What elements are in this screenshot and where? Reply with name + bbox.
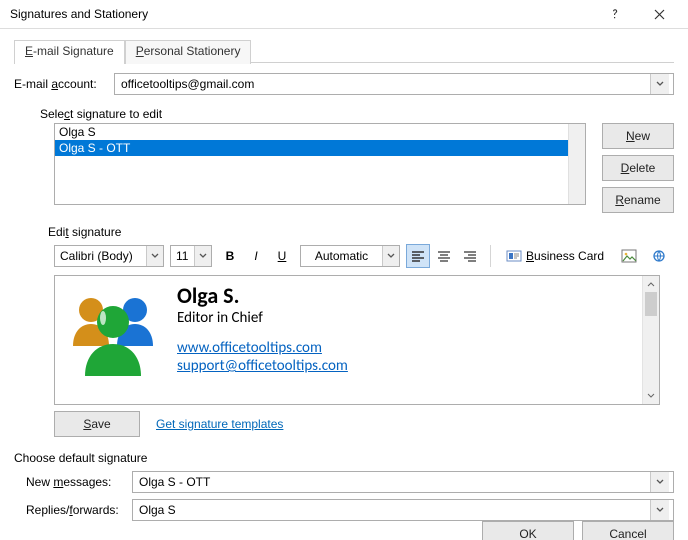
replies-forwards-dropdown[interactable]: Olga S <box>132 499 674 521</box>
email-account-label: E-mail account: <box>14 77 114 91</box>
new-messages-dropdown[interactable]: Olga S - OTT <box>132 471 674 493</box>
new-messages-label: New messages: <box>26 475 132 489</box>
select-signature-caption: Select signature to edit <box>14 107 674 121</box>
scroll-down-icon[interactable] <box>643 388 659 404</box>
chevron-down-icon[interactable] <box>650 472 669 492</box>
replies-forwards-label: Replies/forwards: <box>26 503 132 517</box>
cancel-button[interactable]: Cancel <box>582 521 674 540</box>
chevron-down-icon[interactable] <box>650 500 669 520</box>
underline-button[interactable]: U <box>270 244 294 268</box>
business-card-icon <box>506 249 522 263</box>
font-family-combo[interactable]: Calibri (Body) <box>54 245 164 267</box>
edit-signature-caption: Edit signature <box>14 225 674 239</box>
email-account-dropdown[interactable]: officetooltips@gmail.com <box>114 73 674 95</box>
email-account-row: E-mail account: E-mail account: officeto… <box>14 73 674 95</box>
help-button[interactable] <box>592 0 637 28</box>
email-account-value: officetooltips@gmail.com <box>121 77 650 91</box>
dialog-footer: OK Cancel <box>0 521 688 540</box>
signature-url[interactable]: www.officetooltips.com <box>177 339 322 357</box>
tab-strip: E-mail Signature Personal Stationery <box>14 39 674 63</box>
italic-button[interactable]: I <box>244 244 268 268</box>
dialog-window: Signatures and Stationery E-mail Signatu… <box>0 0 688 540</box>
chevron-down-icon[interactable] <box>194 246 211 266</box>
insert-hyperlink-button[interactable] <box>647 244 671 268</box>
signature-email[interactable]: support@officetooltips.com <box>177 357 348 375</box>
titlebar: Signatures and Stationery <box>0 0 688 29</box>
signature-list[interactable]: Olga S Olga S - OTT <box>54 123 586 205</box>
new-button[interactable]: New <box>602 123 674 149</box>
bold-button[interactable]: B <box>218 244 242 268</box>
align-center-button[interactable] <box>432 244 456 268</box>
rename-button[interactable]: Rename <box>602 187 674 213</box>
tab-email-signature[interactable]: E-mail Signature <box>14 40 125 64</box>
scrollbar[interactable] <box>568 124 585 204</box>
signature-image <box>63 280 163 380</box>
chevron-down-icon[interactable] <box>650 74 669 94</box>
chevron-down-icon[interactable] <box>382 246 399 266</box>
new-messages-row: New messages: New messages: Olga S - OTT <box>14 471 674 493</box>
replies-forwards-row: Replies/forwards: Replies/forwards: Olga… <box>14 499 674 521</box>
choose-default-caption: Choose default signature <box>14 451 674 465</box>
insert-picture-button[interactable] <box>617 244 641 268</box>
chevron-down-icon[interactable] <box>146 246 163 266</box>
signature-name: Olga S. <box>177 282 348 309</box>
dialog-body: E-mail Signature Personal Stationery E-m… <box>0 29 688 521</box>
signature-role: Editor in Chief <box>177 309 348 327</box>
close-button[interactable] <box>637 0 682 28</box>
delete-button[interactable]: Delete <box>602 155 674 181</box>
list-item[interactable]: Olga S <box>55 124 585 140</box>
ok-button[interactable]: OK <box>482 521 574 540</box>
format-toolbar: Calibri (Body) 11 B I U Automatic <box>14 243 674 269</box>
font-color-combo[interactable]: Automatic <box>300 245 400 267</box>
scroll-thumb[interactable] <box>645 292 657 316</box>
signature-editor[interactable]: Olga S. Editor in Chief www.officetoolti… <box>54 275 660 405</box>
scroll-up-icon[interactable] <box>643 276 659 292</box>
scrollbar[interactable] <box>642 276 659 404</box>
align-left-button[interactable] <box>406 244 430 268</box>
window-title: Signatures and Stationery <box>10 7 148 21</box>
align-right-button[interactable] <box>458 244 482 268</box>
save-button[interactable]: Save <box>54 411 140 437</box>
list-item[interactable]: Olga S - OTT <box>55 140 585 156</box>
business-card-button[interactable]: Business Card Business Card <box>499 243 611 269</box>
tab-personal-stationery[interactable]: Personal Stationery <box>125 40 252 64</box>
get-templates-link[interactable]: Get signature templates <box>156 417 283 431</box>
font-size-combo[interactable]: 11 <box>170 245 212 267</box>
